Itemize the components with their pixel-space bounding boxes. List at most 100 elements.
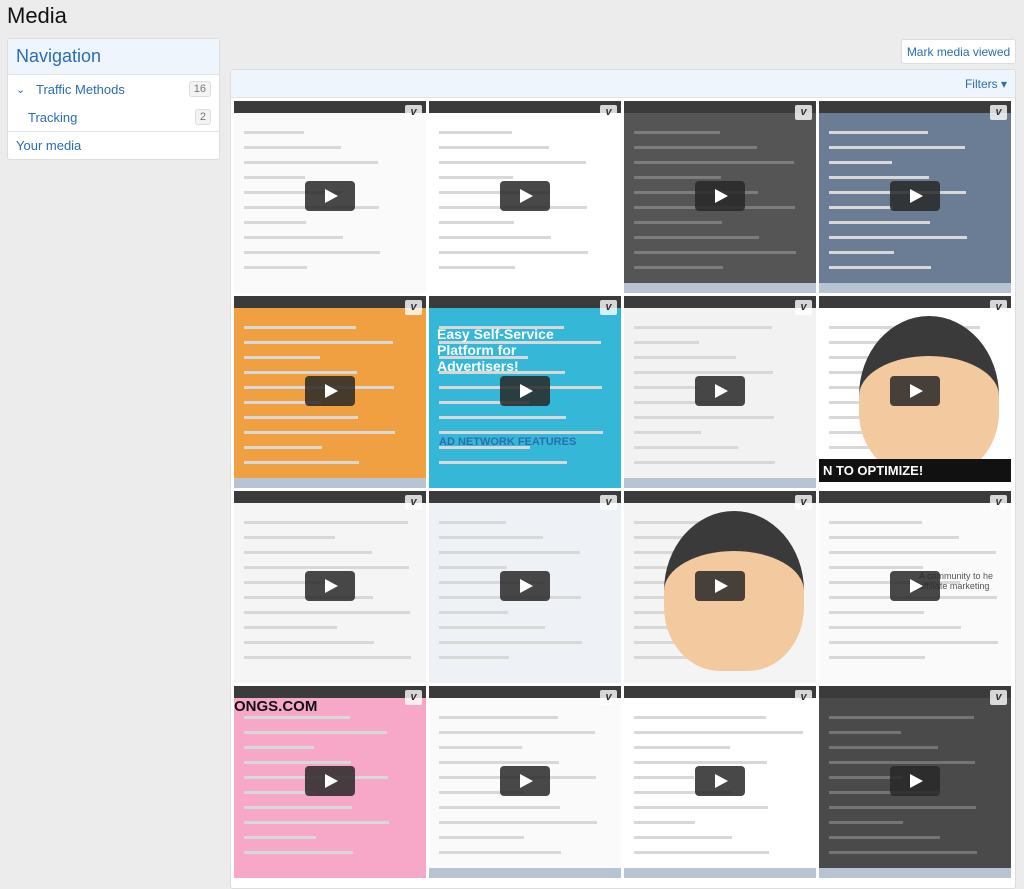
media-grid: v v v v v Easy Self-Service Platform for Adve…	[234, 101, 1011, 878]
media-thumbnail[interactable]: v	[624, 101, 816, 293]
play-icon[interactable]	[890, 181, 940, 211]
play-icon[interactable]	[695, 376, 745, 406]
content-line	[244, 731, 387, 734]
play-icon[interactable]	[890, 376, 940, 406]
nav-item-your-media[interactable]: Your media	[8, 131, 219, 159]
content-line	[634, 821, 695, 824]
dock	[429, 868, 621, 878]
vimeo-icon: v	[600, 105, 617, 120]
play-icon[interactable]	[305, 571, 355, 601]
browser-bar	[234, 686, 426, 698]
content-line	[829, 221, 930, 224]
dock	[624, 283, 816, 293]
vimeo-icon: v	[990, 300, 1007, 315]
content-line	[244, 821, 389, 824]
media-thumbnail[interactable]: A community to he affiliate marketing v	[819, 491, 1011, 683]
content-line	[634, 161, 794, 164]
vimeo-icon: v	[795, 105, 812, 120]
content-line	[829, 161, 892, 164]
content-line	[439, 731, 595, 734]
content-line	[439, 431, 603, 434]
content-line	[634, 326, 772, 329]
content-line	[244, 851, 353, 854]
nav-item-tracking[interactable]: Tracking 2	[8, 103, 219, 131]
vimeo-icon: v	[405, 105, 422, 120]
media-thumbnail[interactable]: v	[819, 686, 1011, 878]
media-thumbnail[interactable]: v	[429, 491, 621, 683]
content-line	[829, 821, 903, 824]
vimeo-icon: v	[990, 690, 1007, 705]
media-thumbnail[interactable]: N TO OPTIMIZE! v	[819, 296, 1011, 488]
content-line	[244, 461, 359, 464]
vimeo-icon: v	[600, 690, 617, 705]
content-line	[439, 566, 507, 569]
count-badge: 16	[188, 81, 211, 97]
content-line	[244, 626, 337, 629]
play-icon[interactable]	[305, 181, 355, 211]
filters-dropdown[interactable]: Filters ▾	[965, 77, 1007, 91]
content-line	[244, 236, 343, 239]
content-line	[634, 746, 730, 749]
media-thumbnail[interactable]: v	[819, 101, 1011, 293]
media-thumbnail[interactable]: v	[234, 296, 426, 488]
media-thumbnail[interactable]: ONGS.COM v	[234, 686, 426, 878]
play-icon[interactable]	[305, 376, 355, 406]
content-line	[829, 521, 922, 524]
play-icon[interactable]	[890, 766, 940, 796]
play-icon[interactable]	[500, 766, 550, 796]
play-icon[interactable]	[500, 571, 550, 601]
play-icon[interactable]	[500, 376, 550, 406]
content-line	[439, 236, 551, 239]
browser-bar	[819, 296, 1011, 308]
media-thumbnail[interactable]: v	[234, 491, 426, 683]
vimeo-icon: v	[600, 300, 617, 315]
content-line	[634, 236, 759, 239]
media-thumbnail[interactable]: v	[234, 101, 426, 293]
play-icon[interactable]	[695, 571, 745, 601]
media-thumbnail[interactable]: Easy Self-Service Platform for Advertise…	[429, 296, 621, 488]
dock	[819, 283, 1011, 293]
thumbnail-text: AD NETWORK FEATURES	[439, 436, 577, 448]
play-icon[interactable]	[695, 181, 745, 211]
content-line	[634, 386, 700, 389]
content-line	[439, 536, 543, 539]
content-line	[244, 836, 316, 839]
vimeo-icon: v	[405, 300, 422, 315]
content-line	[439, 806, 560, 809]
media-thumbnail[interactable]: v	[624, 491, 816, 683]
browser-bar	[624, 296, 816, 308]
content-line	[634, 776, 694, 779]
content-line	[439, 626, 545, 629]
play-icon[interactable]	[890, 571, 940, 601]
content-line	[244, 521, 408, 524]
content-line	[439, 521, 506, 524]
browser-bar	[819, 491, 1011, 503]
chevron-down-icon[interactable]: ⌄	[16, 83, 28, 96]
nav-item-traffic-methods[interactable]: ⌄ Traffic Methods 16	[8, 75, 219, 103]
media-thumbnail[interactable]: v	[429, 101, 621, 293]
play-icon[interactable]	[695, 766, 745, 796]
navigation-title: Navigation	[8, 39, 219, 75]
content-line	[439, 821, 597, 824]
content-line	[634, 806, 768, 809]
vimeo-icon: v	[990, 105, 1007, 120]
vimeo-icon: v	[600, 495, 617, 510]
content-line	[829, 176, 929, 179]
content-line	[439, 656, 509, 659]
content-line	[244, 356, 320, 359]
media-thumbnail[interactable]: v	[624, 686, 816, 878]
page-title: Media	[7, 3, 67, 28]
content-line	[634, 431, 701, 434]
content-line	[829, 146, 965, 149]
content-line	[829, 206, 893, 209]
mark-media-viewed-button[interactable]: Mark media viewed	[901, 39, 1016, 64]
play-icon[interactable]	[500, 181, 550, 211]
content-line	[829, 746, 938, 749]
media-thumbnail[interactable]: v	[429, 686, 621, 878]
play-icon[interactable]	[305, 766, 355, 796]
browser-bar	[819, 101, 1011, 113]
dock	[819, 868, 1011, 878]
content-line	[439, 461, 567, 464]
nav-label: Your media	[16, 138, 82, 153]
media-thumbnail[interactable]: v	[624, 296, 816, 488]
